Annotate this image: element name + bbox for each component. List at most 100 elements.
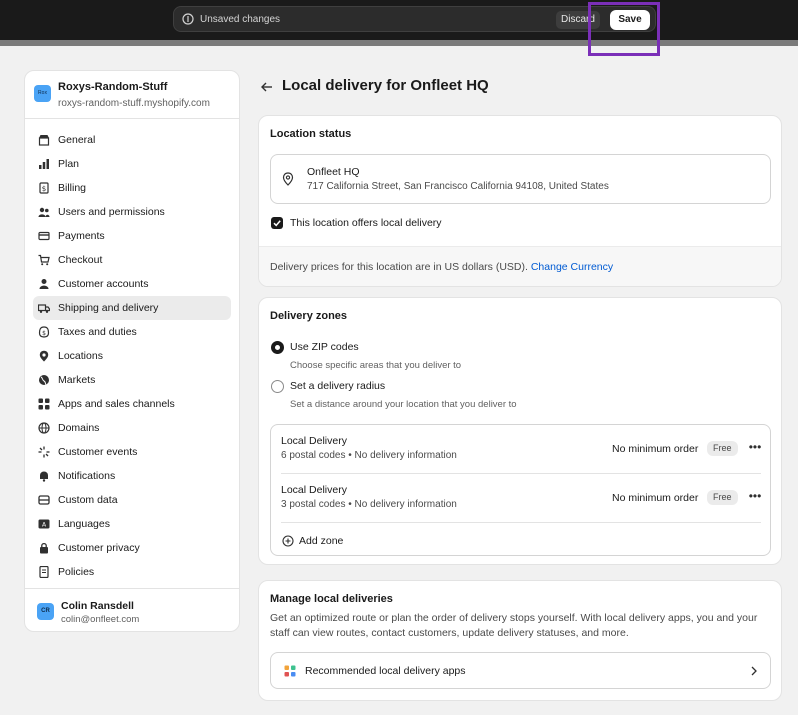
zone-minimum: No minimum order (612, 443, 699, 455)
zone-detail: 6 postal codes • No delivery information (281, 450, 457, 461)
avatar: CR (37, 603, 54, 620)
manage-deliveries-description: Get an optimized route or plan the order… (270, 612, 758, 639)
sidebar-item-customer-events[interactable]: Customer events (33, 440, 231, 464)
more-actions-icon[interactable]: ••• (747, 439, 763, 455)
manage-deliveries-title: Manage local deliveries (270, 593, 393, 605)
sidebar-item-billing[interactable]: $ Billing (33, 176, 231, 200)
local-delivery-checkbox[interactable] (271, 217, 283, 229)
sidebar-item-locations[interactable]: Locations (33, 344, 231, 368)
svg-text:$: $ (42, 330, 46, 337)
sidebar-item-label: Apps and sales channels (58, 398, 175, 410)
sidebar-item-label: Payments (58, 230, 105, 242)
recommended-apps-label: Recommended local delivery apps (305, 665, 466, 677)
top-bar: Unsaved changes Discard Save (0, 0, 798, 40)
sidebar-item-users-and-permissions[interactable]: Users and permissions (33, 200, 231, 224)
store-header[interactable]: Rox Roxys-Random-Stuff roxys-random-stuf… (25, 71, 239, 119)
sidebar-item-label: Plan (58, 158, 80, 170)
delivery-radius-radio[interactable] (271, 380, 284, 393)
zone-detail: 3 postal codes • No delivery information (281, 499, 457, 510)
chevron-right-icon (751, 666, 757, 676)
zone-minimum: No minimum order (612, 492, 699, 504)
unsaved-changes-label: Unsaved changes (200, 14, 281, 25)
sidebar-item-languages[interactable]: A Languages (33, 512, 231, 536)
page-title: Local delivery for Onfleet HQ (282, 77, 489, 94)
more-actions-icon[interactable]: ••• (747, 488, 763, 504)
zip-codes-label[interactable]: Use ZIP codes (290, 341, 359, 353)
user-name: Colin Ransdell (61, 600, 134, 612)
sidebar-item-label: Markets (58, 374, 96, 386)
back-arrow-icon[interactable] (260, 80, 274, 94)
unsaved-changes-bar: Unsaved changes Discard Save (173, 6, 656, 32)
svg-text:$: $ (42, 185, 46, 193)
zip-codes-help: Choose specific areas that you deliver t… (290, 360, 462, 371)
recommended-apps-link[interactable]: Recommended local delivery apps (270, 652, 771, 689)
alert-shield-icon (182, 13, 194, 25)
zone-name: Local Delivery (281, 484, 347, 496)
zip-codes-radio[interactable] (271, 341, 284, 354)
sidebar-item-label: Shipping and delivery (58, 302, 159, 314)
price-note: Delivery prices for this location are in… (270, 261, 613, 273)
sidebar-item-domains[interactable]: Domains (33, 416, 231, 440)
sidebar-item-customer-privacy[interactable]: Customer privacy (33, 536, 231, 560)
billing-icon: $ (39, 182, 49, 194)
apps-grid-icon (284, 665, 296, 677)
location-status-card: Location status Onfleet HQ 717 Californi… (258, 115, 782, 287)
sidebar-item-custom-data[interactable]: Custom data (33, 488, 231, 512)
plan-icon (39, 159, 49, 169)
sidebar-item-label: Domains (58, 422, 100, 434)
person-icon (39, 279, 49, 289)
delivery-radius-label[interactable]: Set a delivery radius (290, 380, 385, 392)
price-note-text: Delivery prices for this location are in… (270, 261, 528, 273)
sidebar-item-apps-and-sales-channels[interactable]: Apps and sales channels (33, 392, 231, 416)
tax-icon: $ (38, 326, 50, 338)
sidebar-item-label: Users and permissions (58, 206, 165, 218)
status-badge: Free (707, 490, 738, 505)
location-name: Onfleet HQ (307, 166, 360, 178)
user-block[interactable]: CR Colin Ransdell colin@onfleet.com (25, 588, 239, 632)
globe-icon (39, 375, 49, 385)
domain-icon (38, 422, 50, 434)
location-box: Onfleet HQ 717 California Street, San Fr… (270, 154, 771, 204)
cart-icon (38, 254, 50, 266)
payments-icon (38, 231, 50, 241)
sidebar-item-general[interactable]: General (33, 128, 231, 152)
sidebar-item-customer-accounts[interactable]: Customer accounts (33, 272, 231, 296)
store-name: Roxys-Random-Stuff (58, 81, 168, 93)
zones-list: Local Delivery 6 postal codes • No deliv… (270, 424, 771, 556)
database-icon (38, 495, 50, 505)
add-zone-label: Add zone (299, 535, 344, 547)
sidebar-item-checkout[interactable]: Checkout (33, 248, 231, 272)
delivery-radius-help: Set a distance around your location that… (290, 399, 517, 410)
location-status-title: Location status (270, 128, 352, 140)
location-icon (39, 350, 49, 362)
language-icon: A (38, 519, 50, 529)
policy-icon (39, 566, 49, 578)
delivery-zones-title: Delivery zones (270, 310, 348, 322)
location-address: 717 California Street, San Francisco Cal… (307, 181, 609, 192)
change-currency-link[interactable]: Change Currency (531, 261, 613, 273)
manage-deliveries-card: Manage local deliveries Get an optimized… (258, 580, 782, 701)
save-highlight-annotation (588, 2, 660, 56)
checkmark-icon (273, 220, 281, 227)
sidebar-item-label: Languages (58, 518, 110, 530)
sidebar-item-notifications[interactable]: Notifications (33, 464, 231, 488)
sidebar-item-plan[interactable]: Plan (33, 152, 231, 176)
local-delivery-checkbox-label[interactable]: This location offers local delivery (290, 217, 442, 229)
store-icon (38, 135, 50, 146)
sidebar-item-taxes-and-duties[interactable]: $ Taxes and duties (33, 320, 231, 344)
sidebar-item-label: Notifications (58, 470, 116, 482)
sidebar-item-shipping-and-delivery[interactable]: Shipping and delivery (33, 296, 231, 320)
sidebar-item-label: Custom data (58, 494, 118, 506)
sidebar-item-payments[interactable]: Payments (33, 224, 231, 248)
zone-name: Local Delivery (281, 435, 347, 447)
sidebar-item-markets[interactable]: Markets (33, 368, 231, 392)
events-icon (38, 446, 50, 458)
sidebar-item-policies[interactable]: Policies (33, 560, 231, 584)
zone-row[interactable]: Local Delivery 6 postal codes • No deliv… (271, 425, 770, 474)
zone-row[interactable]: Local Delivery 3 postal codes • No deliv… (271, 474, 770, 523)
user-email: colin@onfleet.com (61, 614, 140, 625)
sidebar-item-label: Locations (58, 350, 103, 362)
lock-icon (40, 542, 48, 554)
settings-sidebar: Rox Roxys-Random-Stuff roxys-random-stuf… (24, 70, 240, 632)
sidebar-item-label: Policies (58, 566, 95, 578)
